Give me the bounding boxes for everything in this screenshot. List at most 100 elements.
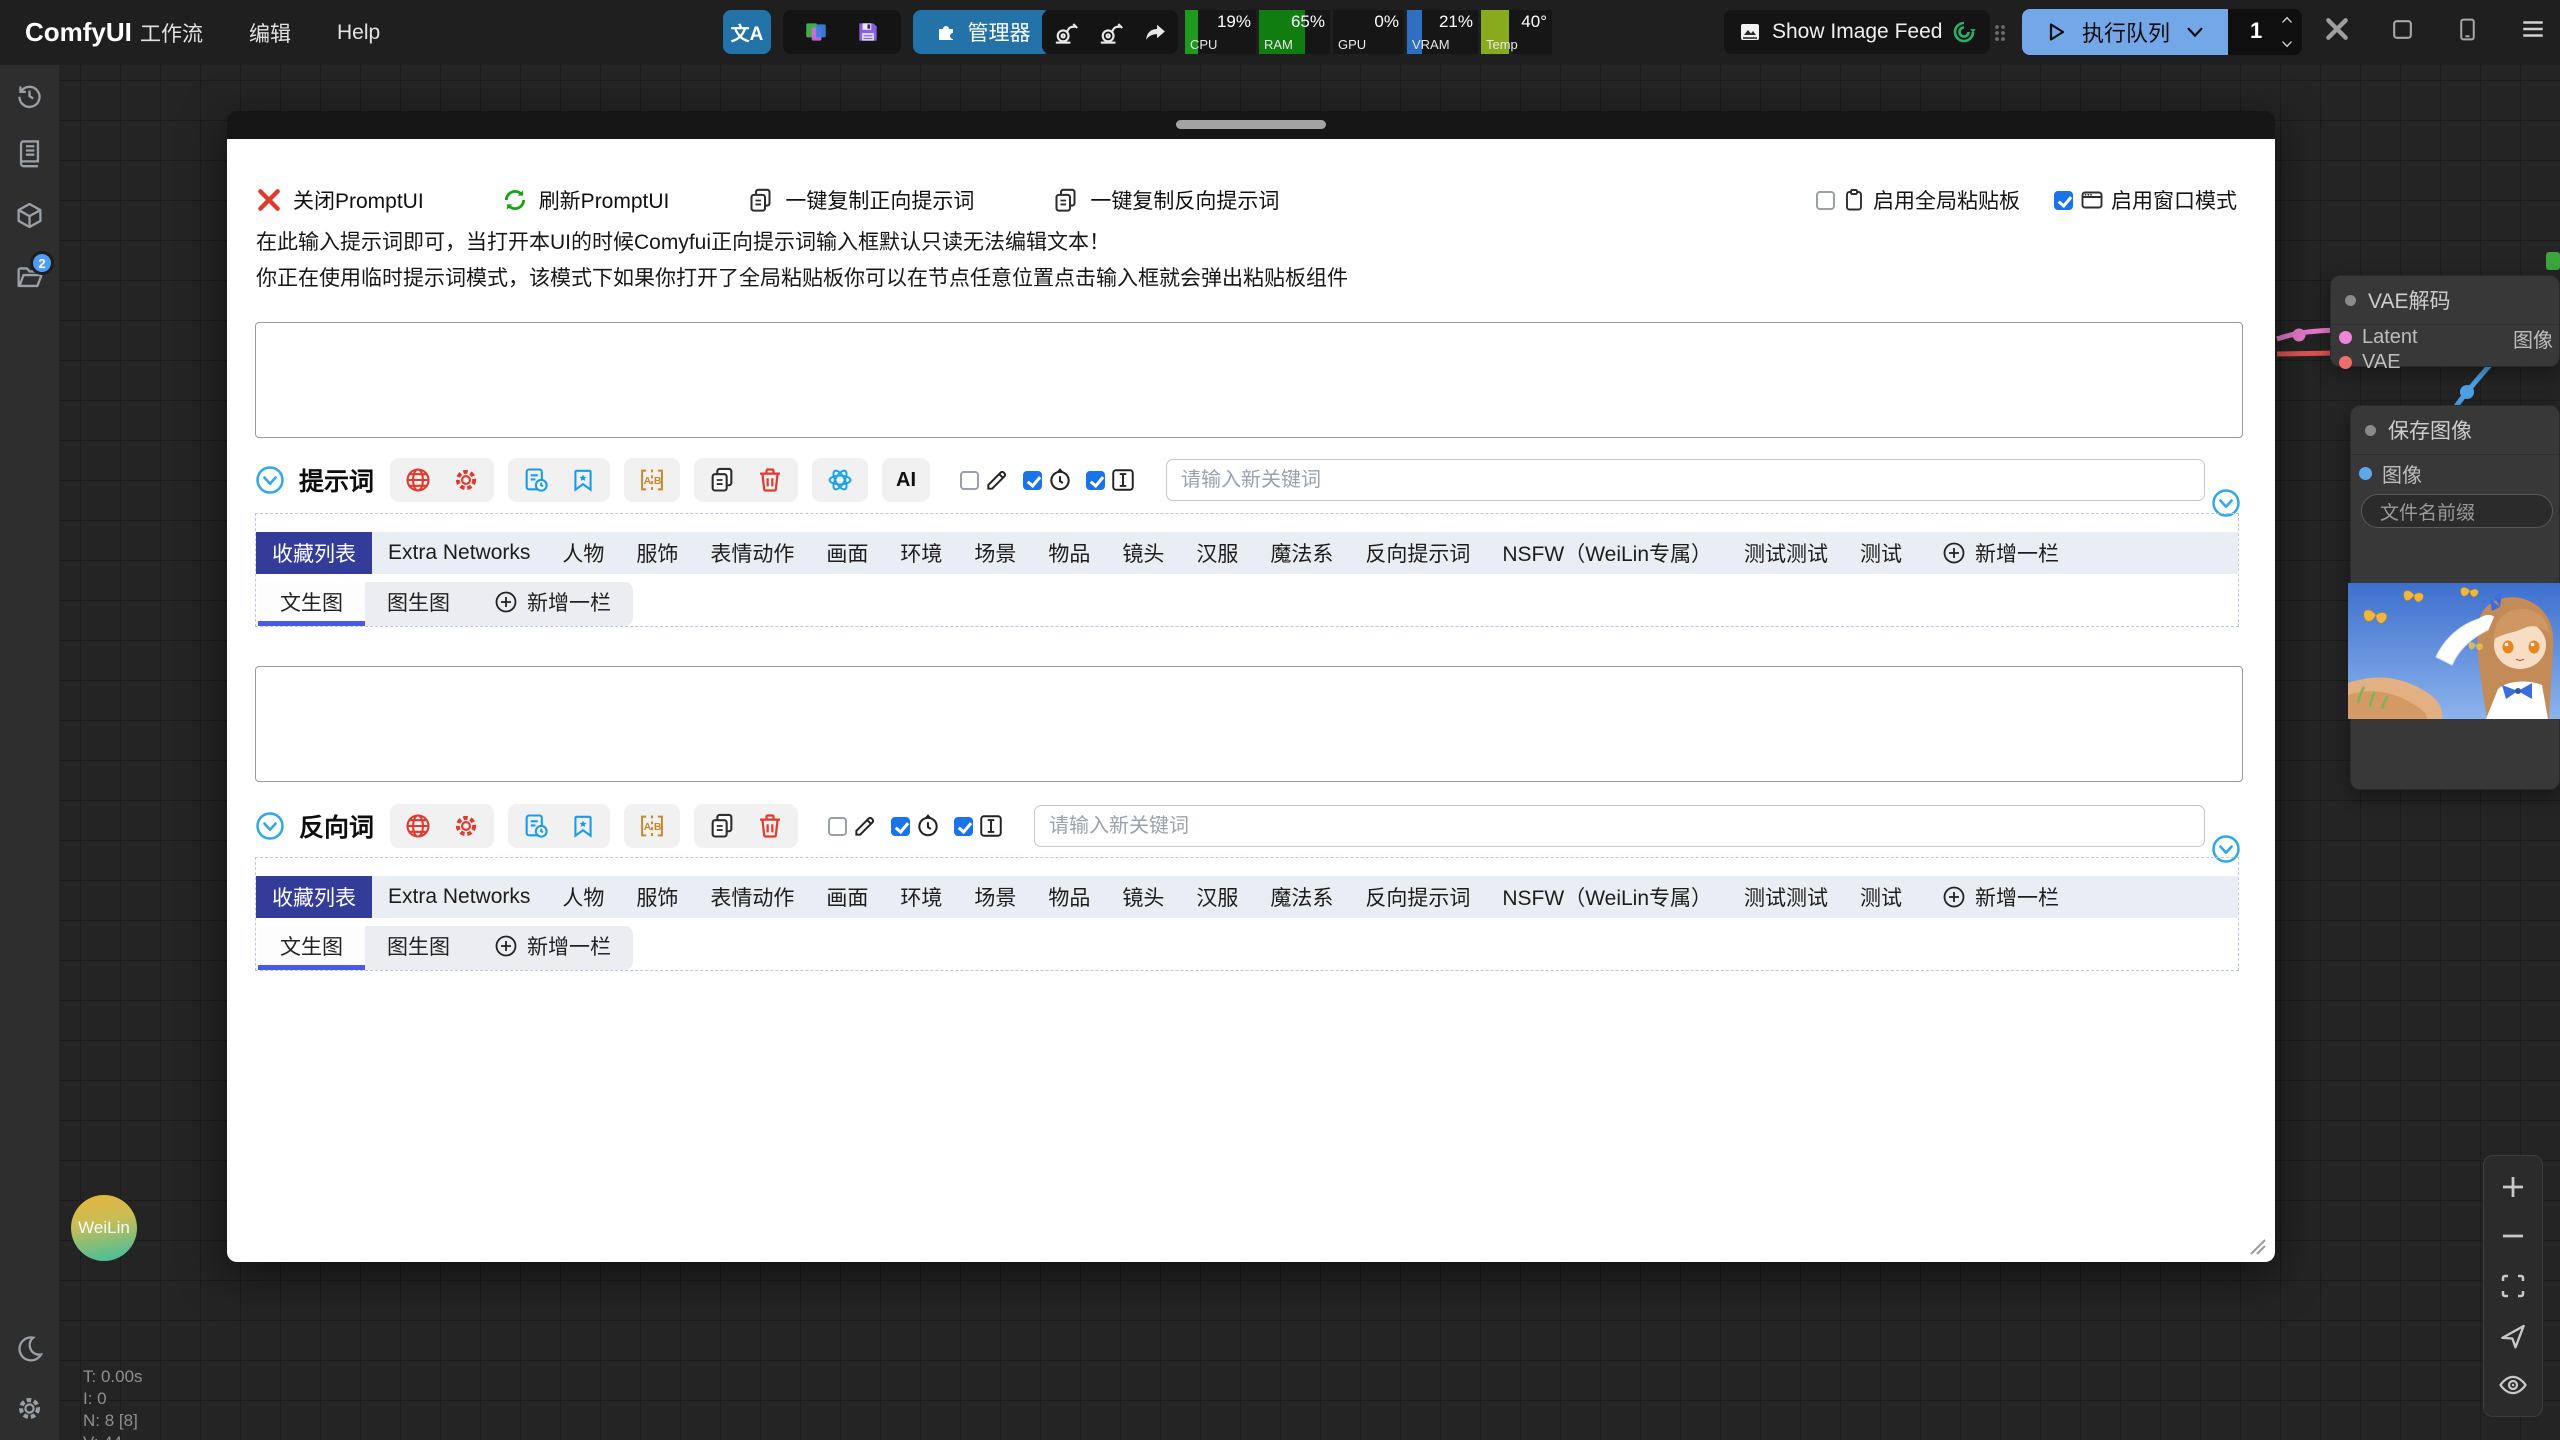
copy-icon[interactable] [708,812,736,840]
global-clipboard-checkbox[interactable] [1816,191,1835,210]
copy-positive-button[interactable]: 一键复制正向提示词 [747,185,974,215]
category-tab[interactable]: 测试测试 [1728,532,1844,574]
vae-port-dot[interactable] [2339,356,2352,369]
negative-prompt-textarea[interactable] [255,666,2243,782]
category-tab[interactable]: 反向提示词 [1349,532,1486,574]
category-tab[interactable]: 场景 [958,876,1032,918]
menu-item[interactable]: 工作流 [140,18,203,48]
node-save-image[interactable]: 保存图像 图像 文件名前缀 [2350,405,2560,790]
gear-icon[interactable] [452,812,480,840]
category-tab[interactable]: 反向提示词 [1349,876,1486,918]
category-tab[interactable]: 测试测试 [1728,876,1844,918]
clean-vram-icon[interactable] [1053,19,1080,46]
trash-icon[interactable] [756,466,784,494]
image-port-dot[interactable] [2359,467,2372,480]
category-tab[interactable]: 表情动作 [694,532,810,574]
theme-toggle-icon[interactable] [15,1334,44,1363]
category-tab[interactable]: 魔法系 [1254,532,1349,574]
window-mode-checkbox[interactable] [2054,191,2073,210]
category-tab[interactable]: NSFW（WeiLin专属） [1486,532,1728,574]
category-tab[interactable]: NSFW（WeiLin专属） [1486,876,1728,918]
global-clipboard-toggle[interactable]: 启用全局粘贴板 [1816,185,2020,215]
category-tab[interactable]: 人物 [546,532,620,574]
zoom-in-button[interactable] [2498,1172,2528,1202]
negative-new-keyword-input[interactable] [1034,805,2205,847]
close-promptui-button[interactable]: 关闭PromptUI [256,185,424,215]
latent-port-dot[interactable] [2339,331,2352,344]
queue-count-stepper[interactable]: 1 [2228,9,2302,55]
chevron-down-icon[interactable] [2184,21,2206,43]
maximize-icon[interactable] [2390,17,2415,42]
category-tab[interactable]: 镜头 [1106,876,1180,918]
category-tab[interactable]: 环境 [884,532,958,574]
negative-insert-checkbox[interactable] [954,817,973,836]
dialog-titlebar[interactable] [227,111,2275,139]
category-tab[interactable]: 物品 [1032,876,1106,918]
add-subtab-button[interactable]: 新增一栏 [472,926,633,970]
category-tab[interactable]: 服饰 [620,876,694,918]
close-icon[interactable] [2324,16,2350,42]
node-vae-decode[interactable]: VAE解码 Latent VAE 图像 [2330,275,2560,367]
ab-translate-icon[interactable] [638,466,666,494]
filename-prefix-field[interactable]: 文件名前缀 [2361,494,2553,528]
palette-icon[interactable] [803,19,829,45]
node-library-icon[interactable] [15,139,44,168]
gear-icon[interactable] [452,466,480,494]
save-workflow-icon[interactable] [855,19,881,45]
clean-models-icon[interactable] [1098,19,1125,46]
category-tab[interactable]: 测试 [1844,876,1918,918]
category-tab[interactable]: 服饰 [620,532,694,574]
ai-button[interactable]: AI [882,458,930,502]
category-tab[interactable]: 物品 [1032,532,1106,574]
zoom-out-button[interactable] [2498,1221,2528,1251]
window-mode-toggle[interactable]: 启用窗口模式 [2054,185,2237,215]
share-icon[interactable] [1143,20,1168,45]
category-tab[interactable]: Extra Networks [372,532,546,574]
positive-history-checkbox[interactable] [1023,471,1042,490]
add-subtab-button[interactable]: 新增一栏 [472,582,633,626]
menu-item[interactable]: 编辑 [249,18,291,48]
show-image-feed-button[interactable]: Show Image Feed [1724,10,1990,54]
globe-icon[interactable] [404,466,432,494]
category-tab[interactable]: 汉服 [1180,876,1254,918]
add-category-tab-button[interactable]: 新增一栏 [1926,532,2075,574]
device-view-icon[interactable] [2455,17,2480,42]
subtab[interactable]: 文生图 [258,582,365,626]
category-tab[interactable]: Extra Networks [372,876,546,918]
hamburger-menu-icon[interactable] [2520,16,2546,42]
category-tab[interactable]: 测试 [1844,532,1918,574]
pan-mode-button[interactable] [2498,1321,2528,1351]
category-tab[interactable]: 画面 [810,876,884,918]
positive-prompt-textarea[interactable] [255,322,2243,438]
translate-button[interactable]: 文A [723,10,771,54]
category-tab[interactable]: 画面 [810,532,884,574]
copy-icon[interactable] [708,466,736,494]
positive-new-keyword-input[interactable] [1166,459,2205,501]
copy-negative-button[interactable]: 一键复制反向提示词 [1052,185,1279,215]
bookmark-icon[interactable] [570,467,596,493]
settings-gear-icon[interactable] [15,1394,44,1423]
step-down-icon[interactable] [2280,37,2294,51]
fit-view-button[interactable] [2498,1271,2528,1301]
menu-item[interactable]: Help [337,21,380,45]
queue-history-icon[interactable] [15,81,44,110]
refresh-promptui-button[interactable]: 刷新PromptUI [502,185,670,215]
step-up-icon[interactable] [2280,13,2294,27]
category-tab[interactable]: 场景 [958,532,1032,574]
subtab[interactable]: 图生图 [365,582,472,626]
run-queue-button[interactable]: 执行队列 [2022,9,2228,55]
category-tab[interactable]: 环境 [884,876,958,918]
category-tab[interactable]: 魔法系 [1254,876,1349,918]
ab-translate-icon[interactable] [638,812,666,840]
input-image[interactable]: 图像 [2351,461,2559,486]
negative-write-checkbox[interactable] [828,817,847,836]
subtab[interactable]: 文生图 [258,926,365,970]
model-library-icon[interactable] [15,201,44,230]
trash-icon[interactable] [756,812,784,840]
subtab[interactable]: 图生图 [365,926,472,970]
dialog-drag-handle[interactable] [1176,120,1326,129]
category-tab[interactable]: 表情动作 [694,876,810,918]
add-category-tab-button[interactable]: 新增一栏 [1926,876,2075,918]
negative-history-checkbox[interactable] [891,817,910,836]
weilin-avatar[interactable]: WeiLin [71,1195,137,1261]
